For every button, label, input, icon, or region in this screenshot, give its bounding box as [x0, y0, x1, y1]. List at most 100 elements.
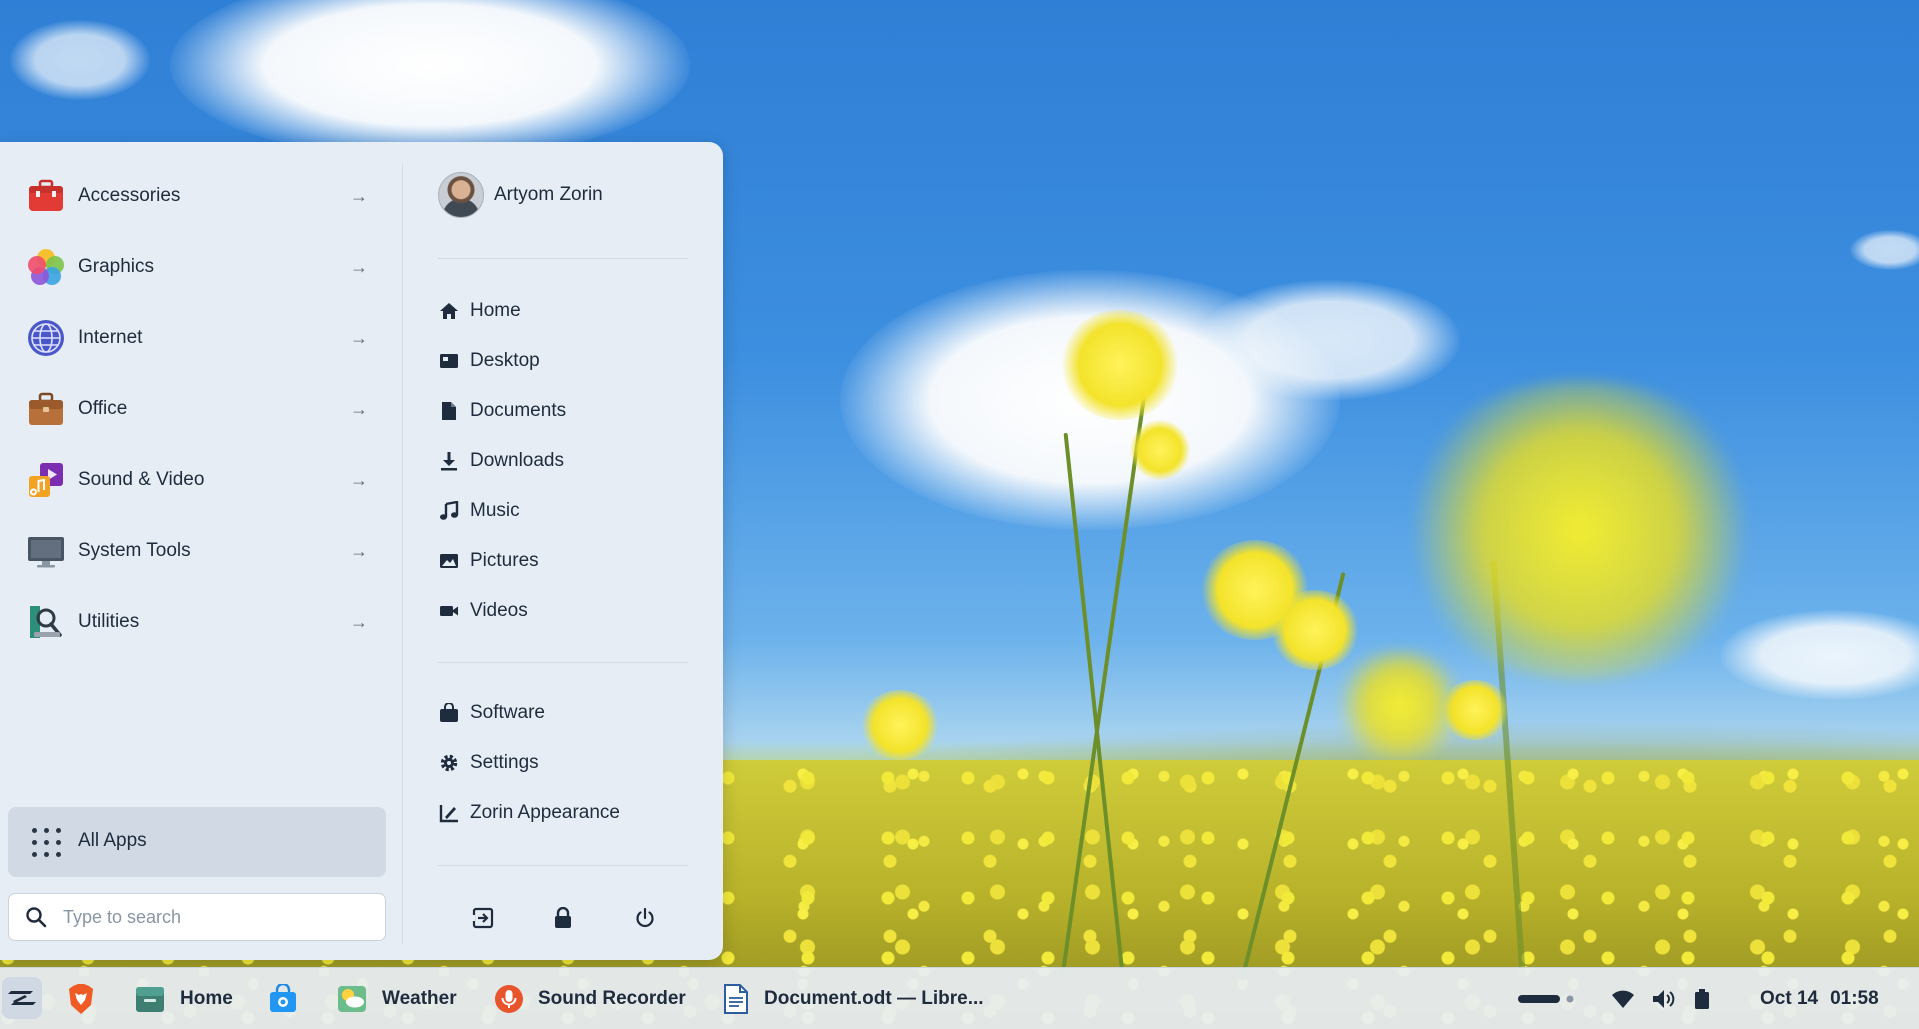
workspace-indicator[interactable]	[1516, 968, 1578, 1029]
taskbar-app-label: Document.odt — Libre...	[764, 988, 984, 1009]
power-icon	[636, 907, 654, 928]
home-icon	[438, 300, 460, 322]
logout-icon	[472, 907, 494, 929]
arrow-right-icon: →	[350, 398, 368, 419]
category-label: Graphics	[78, 256, 155, 277]
place-label: Videos	[470, 600, 528, 621]
music-icon	[438, 500, 460, 522]
divider	[438, 662, 688, 663]
place-label: Music	[470, 500, 520, 521]
place-label: Desktop	[470, 350, 540, 371]
user-account[interactable]: Artyom Zorin	[438, 172, 603, 218]
writer-document-icon	[724, 984, 748, 1014]
category-system-tools[interactable]: System Tools →	[0, 519, 402, 583]
wifi-indicator[interactable]	[1611, 968, 1635, 1029]
desktop-icon	[438, 350, 460, 372]
taskbar-brave-browser[interactable]	[66, 968, 96, 1029]
category-label: Accessories	[78, 185, 181, 206]
zorin-menu-button[interactable]	[2, 977, 42, 1019]
gear-icon	[438, 752, 460, 774]
software-store-icon	[270, 984, 296, 1012]
software-icon	[438, 702, 460, 724]
lock-button[interactable]	[546, 901, 580, 935]
brave-browser-icon	[69, 984, 93, 1014]
lock-icon	[555, 907, 571, 928]
category-list: Accessories → Graphics → Internet → Offi…	[0, 142, 402, 960]
logout-button[interactable]	[466, 901, 500, 935]
category-sound-video[interactable]: Sound & Video →	[0, 448, 402, 512]
system-settings[interactable]: Settings	[438, 748, 539, 778]
place-pictures[interactable]: Pictures	[438, 546, 539, 576]
system-label: Software	[470, 702, 545, 723]
battery-indicator[interactable]	[1694, 968, 1710, 1029]
place-music[interactable]: Music	[438, 496, 520, 526]
taskbar-sound-recorder[interactable]: Sound Recorder	[494, 968, 686, 1029]
category-accessories[interactable]: Accessories →	[0, 164, 402, 228]
battery-icon	[1695, 989, 1709, 1009]
user-name: Artyom Zorin	[494, 184, 603, 205]
all-apps-label: All Apps	[78, 830, 147, 851]
system-zorin-appearance[interactable]: Zorin Appearance	[438, 798, 620, 828]
place-label: Documents	[470, 400, 567, 421]
category-label: Sound & Video	[78, 469, 205, 490]
place-home[interactable]: Home	[438, 296, 521, 326]
search-box[interactable]	[8, 893, 386, 941]
all-apps-button[interactable]: All Apps	[8, 807, 386, 877]
place-label: Pictures	[470, 550, 539, 571]
video-icon	[438, 600, 460, 622]
clock[interactable]: Oct 14 01:58	[1760, 968, 1879, 1029]
place-desktop[interactable]: Desktop	[438, 346, 540, 376]
monitor-icon	[28, 537, 64, 568]
appearance-icon	[438, 802, 460, 824]
category-label: Office	[78, 398, 128, 419]
arrow-right-icon: →	[350, 327, 368, 348]
divider	[438, 258, 688, 259]
place-documents[interactable]: Documents	[438, 396, 566, 426]
avatar	[438, 172, 484, 218]
picture-icon	[438, 550, 460, 572]
place-videos[interactable]: Videos	[438, 596, 528, 626]
arrow-right-icon: →	[350, 185, 368, 206]
volume-indicator[interactable]	[1651, 968, 1677, 1029]
place-label: Home	[470, 300, 521, 321]
media-icon	[29, 463, 63, 497]
taskbar-files-home[interactable]: Home	[134, 968, 233, 1029]
app-grid-icon	[32, 828, 62, 858]
document-icon	[438, 400, 460, 422]
arrow-right-icon: →	[350, 469, 368, 490]
category-utilities[interactable]: Utilities →	[0, 590, 402, 654]
category-label: Utilities	[78, 611, 140, 632]
taskbar-app-label: Sound Recorder	[538, 988, 686, 1009]
files-icon	[136, 987, 164, 1012]
taskbar-app-label: Weather	[382, 988, 457, 1009]
arrow-right-icon: →	[350, 256, 368, 277]
category-label: System Tools	[78, 540, 191, 561]
system-software[interactable]: Software	[438, 698, 545, 728]
category-label: Internet	[78, 327, 143, 348]
category-office[interactable]: Office →	[0, 377, 402, 441]
workspace-dots-icon	[1518, 995, 1574, 1003]
weather-icon	[338, 986, 366, 1012]
category-graphics[interactable]: Graphics →	[0, 235, 402, 299]
briefcase-icon	[29, 392, 63, 425]
taskbar-software-store[interactable]	[268, 968, 298, 1029]
system-label: Settings	[470, 752, 539, 773]
system-label: Zorin Appearance	[470, 802, 620, 823]
volume-icon	[1653, 990, 1675, 1008]
taskbar: Home Weather Sound Recorder Document.odt…	[0, 967, 1919, 1029]
taskbar-weather[interactable]: Weather	[336, 968, 457, 1029]
toolbox-icon	[29, 179, 63, 211]
zorin-logo-icon	[8, 991, 36, 1005]
utilities-icon	[30, 606, 62, 638]
wifi-icon	[1612, 990, 1634, 1008]
place-label: Downloads	[470, 450, 564, 471]
taskbar-libreoffice-writer[interactable]: Document.odt — Libre...	[722, 968, 984, 1029]
globe-icon	[28, 320, 64, 356]
search-input[interactable]	[63, 903, 373, 931]
category-internet[interactable]: Internet →	[0, 306, 402, 370]
place-downloads[interactable]: Downloads	[438, 446, 564, 476]
graphics-icon	[28, 249, 64, 285]
power-button[interactable]	[628, 901, 662, 935]
clock-time: 01:58	[1830, 988, 1879, 1009]
places-panel: Artyom Zorin Home Desktop Documents Down…	[403, 142, 723, 960]
